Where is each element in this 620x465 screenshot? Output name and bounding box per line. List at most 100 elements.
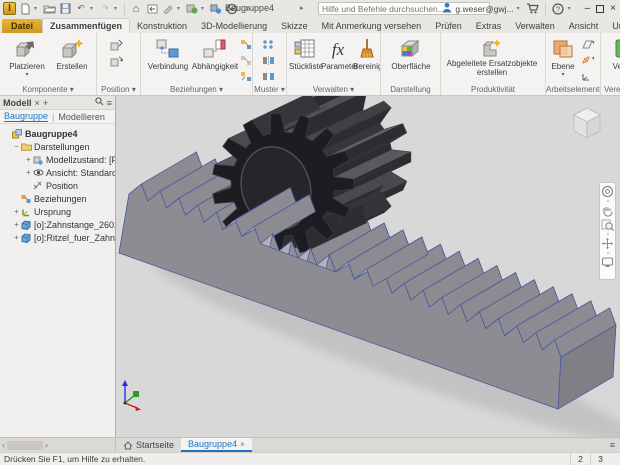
group-label-position[interactable]: Position ▾ bbox=[97, 85, 140, 94]
tab-konstruktion[interactable]: Konstruktion bbox=[130, 19, 194, 33]
browser-horizontal-scrollbar[interactable]: ‹ › bbox=[0, 438, 116, 452]
tab-skizze[interactable]: Skizze bbox=[274, 19, 315, 33]
erstellen-button[interactable]: Erstellen bbox=[52, 36, 92, 71]
group-label-verwalten[interactable]: Verwalten ▾ bbox=[287, 85, 380, 94]
browser-tab-modellieren[interactable]: Modellieren bbox=[58, 112, 105, 122]
group-label-komponente[interactable]: Komponente ▾ bbox=[0, 85, 96, 94]
sketch-icon[interactable] bbox=[161, 2, 175, 16]
tab-pruefen[interactable]: Prüfen bbox=[428, 19, 469, 33]
tab-verwalten[interactable]: Verwalten bbox=[508, 19, 562, 33]
redo-dropdown[interactable]: ▾ bbox=[114, 5, 120, 12]
platzieren-dropdown[interactable]: ▾ bbox=[6, 71, 48, 80]
platzieren-button[interactable]: Platzieren ▾ bbox=[6, 36, 48, 80]
minimize-button[interactable]: – bbox=[585, 4, 591, 14]
tab-ansicht[interactable]: Ansicht bbox=[562, 19, 606, 33]
tree-item-zahnstange[interactable]: + [o]:Zahnstange_2602 bbox=[0, 218, 115, 231]
tree-item-modellzustand[interactable]: + Modellzustand: [Pr bbox=[0, 153, 115, 166]
pan-hand-icon[interactable] bbox=[601, 204, 614, 217]
3d-viewport[interactable] bbox=[116, 96, 620, 437]
open-icon[interactable] bbox=[42, 2, 56, 16]
scrollbar-thumb[interactable] bbox=[7, 441, 43, 450]
new-file-icon[interactable] bbox=[18, 2, 32, 16]
hide-relations-icon[interactable] bbox=[239, 54, 253, 67]
update-dropdown[interactable]: ▾ bbox=[201, 5, 207, 12]
bereinigen-button[interactable]: Bereinigen bbox=[353, 36, 381, 71]
parameter-button[interactable]: fx Parameter bbox=[321, 36, 355, 71]
copy-pattern-icon[interactable] bbox=[261, 70, 275, 83]
tab-mit-anmerkung[interactable]: Mit Anmerkung versehen bbox=[315, 19, 429, 33]
group-label-muster[interactable]: Muster ▾ bbox=[253, 85, 286, 94]
tab-baugruppe4-document[interactable]: Baugruppe4 × bbox=[181, 438, 252, 452]
group-label-beziehungen[interactable]: Beziehungen ▾ bbox=[141, 85, 252, 94]
store-cart-icon[interactable] bbox=[526, 2, 540, 16]
title-arrow-icon[interactable]: ▸ bbox=[300, 4, 304, 12]
new-file-dropdown[interactable]: ▾ bbox=[34, 5, 40, 12]
user-dropdown[interactable]: ▾ bbox=[517, 5, 523, 12]
help-dropdown[interactable]: ▾ bbox=[568, 5, 574, 12]
tree-item-beziehungen[interactable]: Beziehungen bbox=[0, 192, 115, 205]
view-cube[interactable] bbox=[564, 102, 610, 148]
tab-3d-modellierung[interactable]: 3D-Modellierung bbox=[194, 19, 274, 33]
abhaengigkeit-button[interactable]: Abhängigkeit bbox=[191, 36, 239, 71]
show-relations-icon[interactable] bbox=[239, 38, 253, 51]
tab-extras[interactable]: Extras bbox=[469, 19, 509, 33]
user-account-button[interactable]: g.weser@gwj... bbox=[455, 4, 513, 14]
measure-icon[interactable] bbox=[209, 2, 223, 16]
save-icon[interactable] bbox=[58, 2, 72, 16]
navigation-wheel-icon[interactable] bbox=[601, 185, 614, 198]
group-label-darstellung[interactable]: Darstellung bbox=[381, 85, 440, 94]
tab-umgebungen[interactable]: Umgebungen bbox=[605, 19, 620, 33]
stueckliste-button[interactable]: Stückliste bbox=[289, 36, 321, 71]
tab-list-menu-icon[interactable]: ≡ bbox=[610, 438, 620, 452]
group-label-vereinfachung[interactable]: Vereinfa bbox=[601, 85, 620, 94]
group-label-produktivitaet[interactable]: Produktivität bbox=[441, 85, 545, 94]
ebene-dropdown[interactable]: ▾ bbox=[548, 71, 578, 80]
browser-search-icon[interactable] bbox=[95, 97, 104, 108]
orbit-icon[interactable] bbox=[601, 237, 614, 250]
redo-icon[interactable]: ↷ bbox=[98, 2, 112, 16]
home-icon[interactable]: ⌂ bbox=[129, 2, 143, 16]
model-canvas[interactable] bbox=[116, 96, 620, 437]
abgeleitete-button[interactable]: Abgeleitete Ersatzobjekte erstellen bbox=[444, 36, 540, 77]
verbindung-button[interactable]: Verbindung bbox=[145, 36, 191, 71]
browser-tab-baugruppe[interactable]: Baugruppe bbox=[4, 111, 48, 122]
vereinfachen-button[interactable]: Verein bbox=[604, 36, 620, 71]
maximize-button[interactable] bbox=[596, 5, 604, 13]
tree-item-ansicht[interactable]: + Ansicht: Standard bbox=[0, 166, 115, 179]
close-tab-icon[interactable]: × bbox=[240, 440, 245, 449]
tab-datei[interactable]: Datei bbox=[2, 19, 42, 33]
work-point-icon[interactable]: ▾ bbox=[580, 54, 594, 67]
ebene-button[interactable]: Ebene ▾ bbox=[548, 36, 578, 80]
look-at-icon[interactable] bbox=[601, 256, 614, 268]
navigation-bar[interactable] bbox=[599, 182, 616, 280]
help-icon[interactable]: ? bbox=[551, 2, 565, 16]
free-move-icon[interactable] bbox=[109, 38, 123, 51]
browser-close-icon[interactable]: × bbox=[35, 98, 40, 108]
tab-zusammenfuegen[interactable]: Zusammenfügen bbox=[42, 18, 130, 33]
undo-icon[interactable]: ↶ bbox=[74, 2, 88, 16]
ucs-icon[interactable] bbox=[580, 70, 594, 83]
undo-dropdown[interactable]: ▾ bbox=[90, 5, 96, 12]
tab-startseite[interactable]: Startseite bbox=[116, 438, 181, 452]
update-icon[interactable] bbox=[185, 2, 199, 16]
scroll-left-icon[interactable]: ‹ bbox=[2, 440, 5, 450]
group-label-arbeitselemente[interactable]: Arbeitselemente bbox=[546, 85, 600, 94]
inventor-logo-icon[interactable]: I bbox=[3, 2, 16, 15]
sketch-dropdown[interactable]: ▾ bbox=[177, 5, 183, 12]
tree-item-ritzel[interactable]: + [o]:Ritzel_fuer_Zahnst bbox=[0, 231, 115, 244]
relation-settings-icon[interactable] bbox=[239, 70, 253, 83]
free-rotate-icon[interactable] bbox=[109, 54, 123, 67]
tree-item-position[interactable]: Position bbox=[0, 179, 115, 192]
tree-item-baugruppe4[interactable]: Baugruppe4 bbox=[0, 127, 115, 140]
zoom-icon[interactable] bbox=[601, 218, 614, 231]
work-plane-small-icon[interactable]: ▾ bbox=[580, 38, 594, 51]
oberflaeche-button[interactable]: Oberfläche bbox=[389, 36, 433, 71]
browser-menu-icon[interactable]: ≡ bbox=[107, 98, 112, 108]
mirror-pattern-icon[interactable] bbox=[261, 54, 275, 67]
close-button[interactable]: × bbox=[610, 4, 616, 14]
rectangular-pattern-icon[interactable] bbox=[261, 38, 275, 51]
resize-grip[interactable] bbox=[610, 453, 620, 465]
tree-item-ursprung[interactable]: + Ursprung bbox=[0, 205, 115, 218]
browser-add-icon[interactable]: + bbox=[43, 98, 48, 108]
scroll-right-icon[interactable]: › bbox=[45, 440, 48, 450]
